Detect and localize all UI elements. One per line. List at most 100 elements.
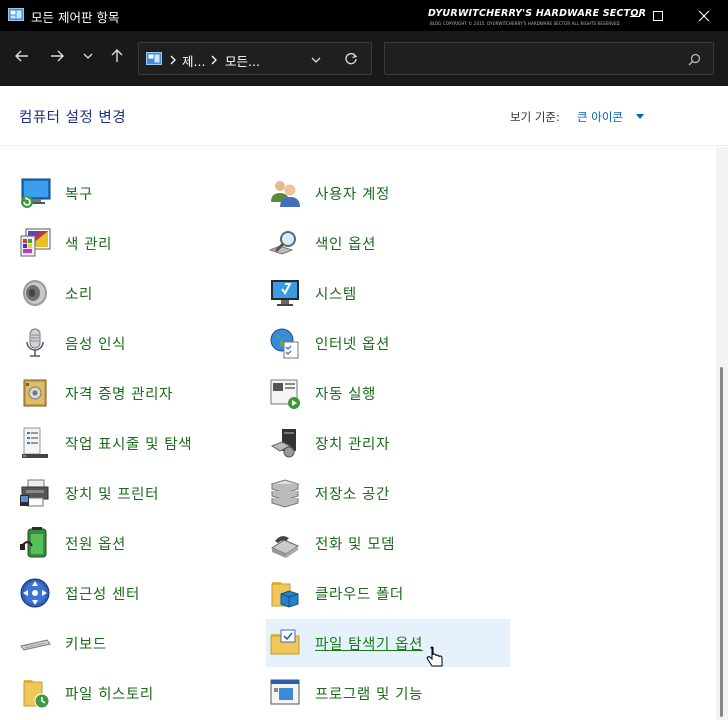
- item-label: 클라우드 폴더: [315, 586, 404, 603]
- breadcrumb-control-panel[interactable]: 제...: [182, 51, 205, 70]
- item-label: 인터넷 옵션: [315, 336, 390, 353]
- view-by-label: 보기 기준:: [510, 110, 560, 124]
- search-box[interactable]: [384, 42, 714, 75]
- recent-locations-button[interactable]: [77, 45, 99, 67]
- storage-spaces-icon: [270, 479, 300, 508]
- vertical-scrollbar[interactable]: [716, 147, 728, 720]
- ease-of-access-icon: [20, 578, 50, 608]
- item-keyboard[interactable]: 키보드: [16, 619, 256, 667]
- keyboard-icon: [20, 639, 51, 651]
- internet-options-icon: [270, 328, 299, 359]
- content-header: 컴퓨터 설정 변경 보기 기준: 큰 아이콘: [0, 86, 728, 146]
- item-color-management[interactable]: 색 관리: [16, 219, 256, 267]
- chevron-down-icon[interactable]: [310, 55, 322, 65]
- arrow-left-icon: [15, 50, 28, 62]
- control-panel-items: 복구 색 관리 소리 음성 인식 자격 증명 관리자 작업 표시줄 및 탐색 장…: [0, 147, 716, 720]
- up-button[interactable]: [106, 45, 128, 67]
- breadcrumb-all-items[interactable]: 모든...: [225, 51, 260, 70]
- item-label: 장치 및 프린터: [65, 486, 160, 503]
- item-label: 자동 실행: [315, 386, 376, 403]
- item-system[interactable]: 시스템: [266, 269, 510, 317]
- item-label: 색 관리: [65, 236, 113, 253]
- item-phone-modem[interactable]: 전화 및 모뎀: [266, 519, 510, 567]
- back-button[interactable]: [11, 45, 33, 67]
- chevron-down-icon: [83, 53, 93, 59]
- address-bar[interactable]: 제... 모든...: [138, 42, 372, 75]
- system-icon: [271, 280, 299, 306]
- item-label: 시스템: [315, 286, 357, 303]
- speech-recognition-icon: [26, 328, 44, 357]
- item-recovery[interactable]: 복구: [16, 169, 256, 217]
- item-power-options[interactable]: 전원 옵션: [16, 519, 256, 567]
- item-device-manager[interactable]: 장치 관리자: [266, 419, 510, 467]
- item-credential-manager[interactable]: 자격 증명 관리자: [16, 369, 256, 417]
- item-label: 자격 증명 관리자: [65, 386, 173, 403]
- close-button[interactable]: [681, 0, 727, 31]
- item-label: 저장소 공간: [315, 486, 390, 503]
- navigation-bar: 제... 모든...: [0, 31, 728, 86]
- device-manager-icon: [270, 429, 296, 458]
- devices-printers-icon: [20, 479, 49, 507]
- refresh-icon[interactable]: [344, 52, 358, 66]
- item-taskbar-navigation[interactable]: 작업 표시줄 및 탐색: [16, 419, 256, 467]
- file-explorer-options-icon: [270, 629, 300, 655]
- watermark-subtext: BLOG COPYRIGHT © 2015. DYURWITCHERRY'S H…: [430, 21, 622, 26]
- title-bar: 모든 제어판 항목 DYURWITCHERRY'S HARDWARE SECTO…: [0, 0, 728, 31]
- page-title: 컴퓨터 설정 변경: [19, 110, 127, 126]
- item-label: 전화 및 모뎀: [315, 536, 396, 553]
- control-panel-icon: [146, 52, 162, 65]
- item-label: 전원 옵션: [65, 536, 126, 553]
- chevron-right-icon: [170, 55, 176, 65]
- item-file-history[interactable]: 파일 히스토리: [16, 669, 256, 717]
- item-indexing-options[interactable]: 색인 옵션: [266, 219, 510, 267]
- search-icon: [688, 53, 701, 66]
- indexing-options-icon: [268, 231, 296, 255]
- phone-modem-icon: [270, 536, 300, 558]
- item-label: 소리: [65, 286, 93, 303]
- caret-down-icon[interactable]: [636, 114, 644, 119]
- item-sound[interactable]: 소리: [16, 269, 256, 317]
- file-history-icon: [23, 680, 50, 709]
- maximize-button[interactable]: [635, 0, 681, 31]
- item-label: 사용자 계정: [315, 186, 390, 203]
- item-storage-spaces[interactable]: 저장소 공간: [266, 469, 510, 517]
- item-label: 접근성 센터: [65, 586, 140, 603]
- taskbar-icon: [22, 427, 48, 458]
- item-ease-of-access[interactable]: 접근성 센터: [16, 569, 256, 617]
- cloud-folder-icon: [271, 582, 299, 608]
- power-options-icon: [20, 527, 47, 558]
- credential-manager-icon: [23, 379, 47, 407]
- chevron-right-icon: [211, 55, 217, 65]
- item-label: 복구: [65, 186, 93, 203]
- item-label: 색인 옵션: [315, 236, 376, 253]
- item-speech-recognition[interactable]: 음성 인식: [16, 319, 256, 367]
- item-label: 프로그램 및 기능: [315, 686, 423, 703]
- user-accounts-icon: [271, 181, 300, 207]
- forward-button[interactable]: [46, 45, 68, 67]
- recovery-icon: [21, 178, 51, 208]
- programs-features-icon: [270, 679, 300, 705]
- item-file-explorer-options[interactable]: 파일 탐색기 옵션: [266, 619, 510, 667]
- autoplay-icon: [270, 379, 300, 409]
- window-title: 모든 제어판 항목: [31, 10, 120, 25]
- item-internet-options[interactable]: 인터넷 옵션: [266, 319, 510, 367]
- item-label: 파일 히스토리: [65, 686, 154, 703]
- item-autoplay[interactable]: 자동 실행: [266, 369, 510, 417]
- item-label: 키보드: [65, 636, 107, 653]
- close-icon: [698, 10, 710, 21]
- item-user-accounts[interactable]: 사용자 계정: [266, 169, 510, 217]
- sound-icon: [23, 280, 47, 306]
- scroll-thumb[interactable]: [720, 367, 723, 717]
- maximize-icon: [653, 10, 663, 21]
- item-label: 음성 인식: [65, 336, 126, 353]
- hand-cursor-icon: [426, 646, 443, 667]
- control-panel-icon: [8, 8, 24, 21]
- item-devices-printers[interactable]: 장치 및 프린터: [16, 469, 256, 517]
- item-label: 파일 탐색기 옵션: [315, 636, 423, 653]
- item-cloud-folder[interactable]: 클라우드 폴더: [266, 569, 510, 617]
- arrow-right-icon: [51, 50, 64, 62]
- view-by-dropdown[interactable]: 큰 아이콘: [577, 109, 623, 125]
- color-management-icon: [20, 228, 51, 257]
- arrow-up-icon: [111, 49, 123, 62]
- item-programs-features[interactable]: 프로그램 및 기능: [266, 669, 510, 717]
